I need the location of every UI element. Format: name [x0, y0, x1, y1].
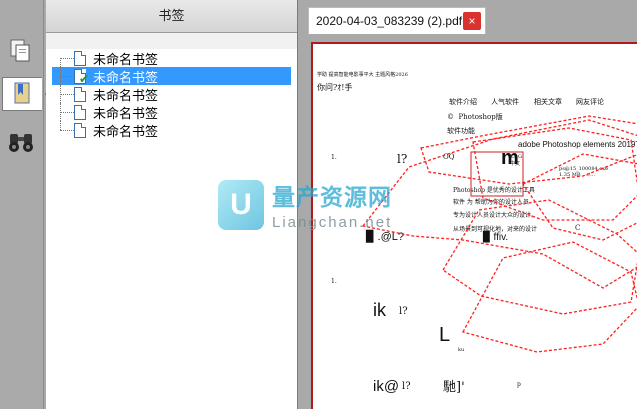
binoculars-icon — [9, 134, 33, 152]
bookmarks-tool-button[interactable] — [2, 77, 50, 111]
annotation-polygon-2 — [472, 127, 637, 221]
annotation-polygon-6 — [522, 153, 637, 241]
checkmark-icon: ✔ — [79, 72, 90, 86]
close-tab-button[interactable]: × — [463, 12, 481, 30]
bookmark-page-icon — [74, 104, 86, 120]
bookmark-tree: 未命名书签 ✔ 未命名书签 未命名书签 未命名书签 未命名书签 — [46, 49, 297, 140]
bookmark-label: 未命名书签 — [93, 106, 159, 122]
annotation-polygon-5 — [420, 115, 637, 185]
document-tab-title: 2020-04-03_083239 (2).pdf — [316, 14, 463, 28]
bookmark-item[interactable]: 未命名书签 — [52, 49, 297, 68]
bookmark-label: 未命名书签 — [93, 124, 159, 140]
document-tab[interactable]: 2020-04-03_083239 (2).pdf × — [308, 7, 486, 34]
bookmark-label: 未命名书签 — [93, 52, 159, 68]
bookmark-panel-title: 书签 — [46, 0, 297, 33]
annotation-polygon-3 — [442, 199, 637, 315]
bookmark-item[interactable]: 未命名书签 — [52, 85, 297, 104]
pages-tool-button[interactable] — [4, 34, 38, 68]
search-tool-button[interactable] — [4, 126, 38, 160]
pages-icon — [10, 39, 30, 62]
side-toolbar — [0, 0, 50, 409]
watermark-text-en: Liangchan.net — [272, 214, 393, 231]
panel-strip — [46, 33, 297, 49]
pdf-reader-window: 书签 未命名书签 ✔ 未命名书签 未命名书签 未命名书签 未命名书签 2020-… — [0, 0, 637, 409]
bookmark-page-icon — [74, 122, 86, 138]
bookmark-label: 未命名书签 — [93, 88, 159, 104]
bookmark-item[interactable]: 未命名书签 — [52, 121, 297, 140]
bookmark-page-icon — [74, 50, 86, 66]
bookmark-label: 未命名书签 — [93, 70, 159, 86]
annotation-rect — [470, 151, 524, 197]
bookmark-icon — [14, 82, 29, 104]
bookmark-item[interactable]: 未命名书签 — [52, 103, 297, 122]
watermark: U 量产资源网 Liangchan.net — [218, 178, 392, 231]
watermark-logo-icon: U — [218, 179, 264, 230]
watermark-text-cn: 量产资源网 — [272, 185, 392, 211]
bookmark-item-selected[interactable]: ✔ 未命名书签 — [52, 67, 291, 86]
bookmark-page-icon — [74, 86, 86, 102]
